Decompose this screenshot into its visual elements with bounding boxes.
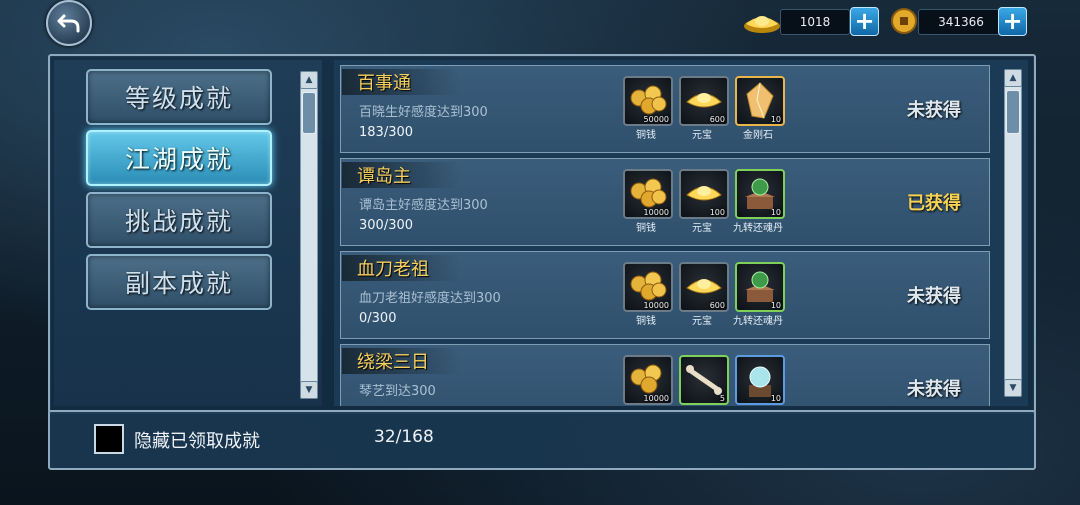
coin-value: 341366: [918, 9, 1004, 35]
reward-coins[interactable]: 10000: [623, 169, 673, 219]
tab-dungeon-achievements[interactable]: 副本成就: [86, 254, 272, 310]
reward-coins[interactable]: 10000: [623, 355, 673, 405]
achievement-progress: 300/300: [359, 218, 414, 233]
scroll-up-button[interactable]: ▲: [1004, 69, 1022, 87]
achievement-row: 谭岛主 谭岛主好感度达到300 300/300 10000 铜钱 100 元宝 …: [340, 158, 990, 246]
reward-coins[interactable]: 10000: [623, 262, 673, 312]
reward-pill[interactable]: 10: [735, 262, 785, 312]
category-scrollbar[interactable]: ▲ ▼: [300, 71, 318, 399]
reward-coins[interactable]: 50000: [623, 76, 673, 126]
add-coin-button[interactable]: +: [998, 7, 1027, 36]
scroll-down-button[interactable]: ▼: [300, 381, 318, 399]
scroll-thumb[interactable]: [302, 92, 316, 134]
reward-orb[interactable]: 10: [735, 355, 785, 405]
achievement-list: 百事通 百晓生好感度达到300 183/300 50000 铜钱 600 元宝 …: [334, 60, 1028, 406]
achievement-desc: 谭岛主好感度达到300: [359, 198, 488, 213]
reward-ingot[interactable]: 600: [679, 76, 729, 126]
achievement-window: 等级成就 江湖成就 挑战成就 副本成就 ▲ ▼ 百事通 百晓生好感度达到300 …: [48, 54, 1036, 414]
ingot-icon: [744, 16, 780, 33]
achievement-status: 未获得: [907, 379, 961, 400]
tab-level-achievements[interactable]: 等级成就: [86, 69, 272, 125]
achievement-status: 未获得: [907, 286, 961, 307]
ingot-value: 1018: [780, 9, 850, 35]
achievement-title: 百事通: [357, 73, 411, 94]
reward-name: 元宝: [692, 130, 712, 141]
reward-qty: 10000: [643, 208, 669, 217]
achievement-progress: 183/300: [359, 125, 414, 140]
reward-qty: 10: [770, 208, 781, 217]
reward-qty: 5: [719, 394, 725, 403]
back-button[interactable]: [46, 0, 92, 46]
reward-qty: 10000: [643, 301, 669, 310]
hide-claimed-label[interactable]: 隐藏已领取成就: [134, 427, 260, 453]
reward-qty: 50000: [643, 115, 669, 124]
reward-qty: 100: [709, 208, 725, 217]
reward-name: 元宝: [692, 223, 712, 234]
reward-diamond[interactable]: 10: [735, 76, 785, 126]
reward-qty: 10: [770, 301, 781, 310]
list-scrollbar[interactable]: ▲ ▼: [1004, 69, 1022, 397]
coin-currency: 341366 +: [890, 6, 1030, 36]
plus-icon: +: [1002, 6, 1023, 35]
hide-claimed-checkbox[interactable]: [94, 424, 124, 454]
scroll-down-button[interactable]: ▼: [1004, 379, 1022, 397]
achievement-title: 谭岛主: [357, 166, 411, 187]
reward-name: 金刚石: [743, 130, 773, 141]
tab-challenge-achievements[interactable]: 挑战成就: [86, 192, 272, 248]
coin-icon: [891, 8, 917, 34]
scroll-up-button[interactable]: ▲: [300, 71, 318, 89]
plus-icon: +: [854, 6, 875, 35]
back-arrow-icon: [57, 14, 80, 33]
achievement-desc: 血刀老祖好感度达到300: [359, 291, 501, 306]
achievement-desc: 百晓生好感度达到300: [359, 105, 488, 120]
reward-name: 九转还魂丹: [733, 316, 783, 327]
achievement-progress: 0/300: [359, 311, 397, 326]
achievement-desc: 琴艺到达300: [359, 384, 436, 399]
achievement-row: 绕梁三日 琴艺到达300 10000 5 10 未获得: [340, 344, 990, 406]
achievement-title: 血刀老祖: [357, 259, 429, 280]
reward-name: 铜钱: [636, 316, 656, 327]
achievement-row: 血刀老祖 血刀老祖好感度达到300 0/300 10000 铜钱 600 元宝 …: [340, 251, 990, 339]
add-ingot-button[interactable]: +: [850, 7, 879, 36]
reward-bone[interactable]: 5: [679, 355, 729, 405]
achievement-status: 已获得: [907, 193, 961, 214]
reward-qty: 10000: [643, 394, 669, 403]
bottom-bar: 隐藏已领取成就 32/168: [48, 410, 1036, 470]
reward-name: 铜钱: [636, 130, 656, 141]
achievement-title: 绕梁三日: [357, 352, 429, 373]
tab-jianghu-achievements[interactable]: 江湖成就: [86, 130, 272, 186]
scroll-thumb[interactable]: [1006, 90, 1020, 134]
achievement-status: 未获得: [907, 100, 961, 121]
ingot-currency: 1018 +: [742, 6, 882, 36]
achievement-row: 百事通 百晓生好感度达到300 183/300 50000 铜钱 600 元宝 …: [340, 65, 990, 153]
reward-pill[interactable]: 10: [735, 169, 785, 219]
achievement-count: 32/168: [374, 427, 434, 447]
reward-qty: 10: [770, 394, 781, 403]
reward-name: 元宝: [692, 316, 712, 327]
reward-qty: 10: [770, 115, 781, 124]
reward-qty: 600: [709, 115, 725, 124]
reward-name: 铜钱: [636, 223, 656, 234]
reward-ingot[interactable]: 600: [679, 262, 729, 312]
reward-qty: 600: [709, 301, 725, 310]
reward-ingot[interactable]: 100: [679, 169, 729, 219]
reward-name: 九转还魂丹: [733, 223, 783, 234]
category-panel: 等级成就 江湖成就 挑战成就 副本成就 ▲ ▼: [54, 60, 322, 406]
